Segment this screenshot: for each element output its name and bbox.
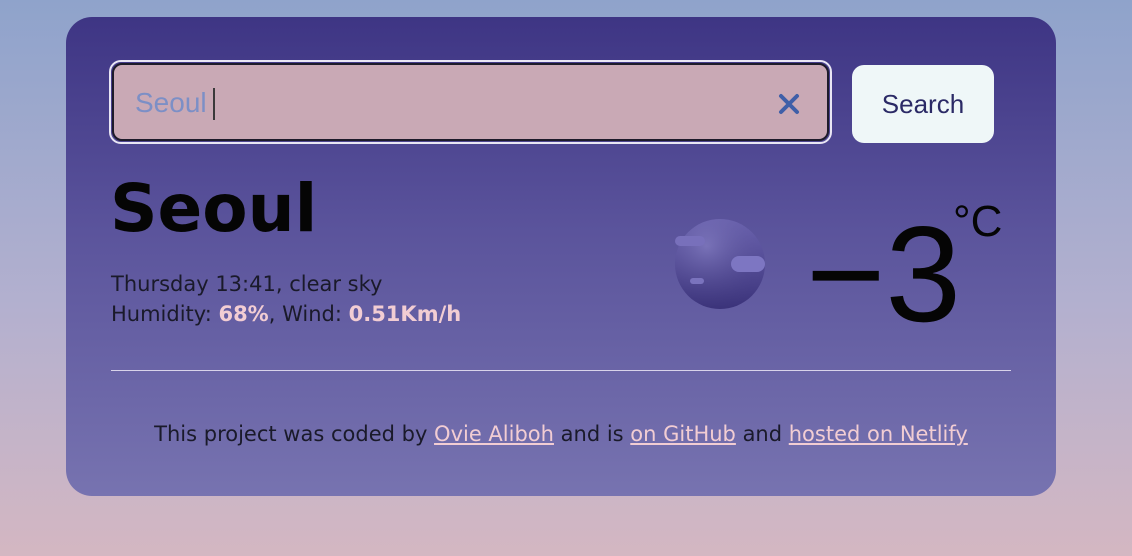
footer-text-2: and is [553,422,631,446]
clear-search-icon[interactable] [773,86,805,122]
wind-label: , Wind: [268,302,349,326]
temperature-unit: °C [953,197,1003,246]
search-box[interactable] [112,63,829,141]
search-button[interactable]: Search [852,65,994,143]
datetime-condition: Thursday 13:41, clear sky [111,272,383,296]
divider [111,370,1011,371]
search-field-focus-ring [109,60,832,144]
wind-value: 0.51Km/h [348,302,462,326]
moon-icon [673,217,767,311]
weather-details: Thursday 13:41, clear sky Humidity: 68%,… [111,269,461,329]
humidity-wind-line: Humidity: 68%, Wind: 0.51Km/h [111,299,461,329]
netlify-link[interactable]: hosted on Netlify [789,422,968,446]
footer-credits: This project was coded by Ovie Aliboh an… [66,417,1056,451]
temperature-value: −3 [806,198,962,350]
author-link[interactable]: Ovie Aliboh [434,422,554,446]
footer-text-3: and [735,422,789,446]
city-name: Seoul [110,170,318,247]
footer-text-1: This project was coded by [154,422,435,446]
github-link[interactable]: on GitHub [630,422,736,446]
text-caret [213,88,215,120]
humidity-value: 68% [218,302,269,326]
search-input[interactable] [135,83,755,123]
humidity-label: Humidity: [111,302,219,326]
weather-card: Search Seoul Thursday 13:41, clear sky H… [66,17,1056,496]
